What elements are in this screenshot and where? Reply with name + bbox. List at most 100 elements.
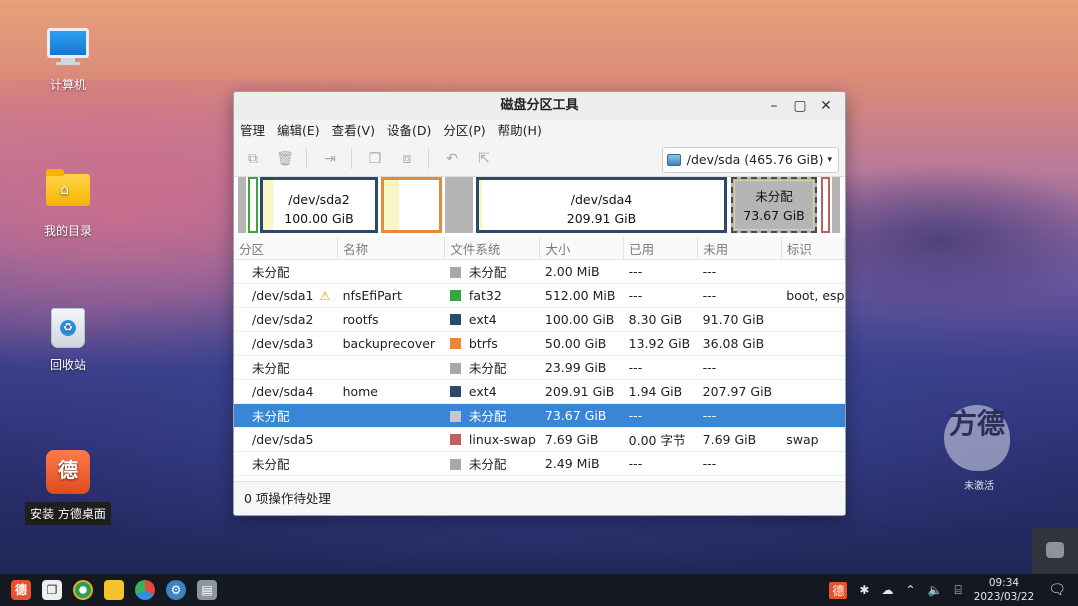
- filesystem-cell-text: fat32: [468, 288, 502, 303]
- filesystem-cell-text: 未分配: [468, 361, 507, 376]
- bluetooth-icon[interactable]: ✱: [859, 583, 869, 597]
- disk-map-sda2[interactable]: /dev/sda2 100.00 GiB: [260, 177, 378, 233]
- cloud-icon[interactable]: ☁: [881, 583, 893, 597]
- partition-cell-text: 未分配: [252, 457, 290, 472]
- column-used[interactable]: 已用: [623, 237, 699, 260]
- menu-help[interactable]: 帮助(H): [492, 120, 548, 142]
- used-cell-text: 13.92 GiB: [628, 336, 691, 351]
- copy-icon[interactable]: ❐: [364, 148, 386, 170]
- partition-row[interactable]: 未分配 未分配 23.99 GiB --- ---: [234, 355, 845, 380]
- size-cell: 2.00 MiB: [539, 259, 624, 284]
- partition-row[interactable]: 未分配 未分配 2.00 MiB --- ---: [234, 259, 845, 284]
- menu-view[interactable]: 查看(V): [326, 120, 381, 142]
- column-partition[interactable]: 分区: [234, 237, 339, 260]
- notification-panel-button[interactable]: [1032, 528, 1078, 574]
- disk-map-sda4[interactable]: /dev/sda4 209.91 GiB: [476, 177, 727, 233]
- multitask-icon[interactable]: ❐: [42, 580, 62, 600]
- clock-time: 09:34: [988, 577, 1020, 589]
- partition-row[interactable]: 未分配 未分配 73.67 GiB --- ---: [234, 403, 845, 428]
- resize-move-icon[interactable]: ⇥: [319, 148, 341, 170]
- partition-cell-text: 未分配: [252, 409, 290, 424]
- disk-map-unallocated[interactable]: [445, 177, 473, 233]
- size-cell: 50.00 GiB: [539, 331, 624, 356]
- disk-tool-icon[interactable]: ▤: [197, 580, 217, 600]
- disk-map-unallocated-selected[interactable]: 未分配 73.67 GiB: [731, 177, 817, 233]
- maximize-button[interactable]: ▢: [787, 92, 813, 120]
- partition-row[interactable]: /dev/sda2 rootfs ext4 100.00 GiB 8.30 GiB 91.…: [234, 307, 845, 332]
- close-button[interactable]: ✕: [813, 92, 839, 120]
- menu-edit[interactable]: 编辑(E): [271, 120, 326, 142]
- file-manager-icon[interactable]: [104, 580, 124, 600]
- menu-partition[interactable]: 分区(P): [437, 120, 491, 142]
- desktop-icon-computer[interactable]: 计算机: [23, 24, 113, 93]
- filesystem-color-swatch: [449, 290, 461, 301]
- window-titlebar[interactable]: 磁盘分区工具 – ▢ ✕: [234, 92, 845, 120]
- unused-cell-text: 36.08 GiB: [702, 336, 765, 351]
- app-store-icon[interactable]: [135, 580, 155, 600]
- size-cell: 2.49 MiB: [539, 451, 624, 476]
- desktop-icon-home[interactable]: ⌂ 我的目录: [23, 166, 113, 239]
- column-flags[interactable]: 标识: [781, 237, 845, 260]
- delete-icon[interactable]: 🗑: [274, 148, 296, 170]
- unused-cell: ---: [697, 403, 782, 428]
- desktop-icon-installer[interactable]: 德 安装 方德桌面: [23, 450, 113, 525]
- partition-cell-text: 未分配: [252, 265, 290, 280]
- filesystem-cell-text: 未分配: [468, 265, 507, 280]
- partition-row[interactable]: /dev/sda1 ⚠ nfsEfiPart fat32 512.00 MiB --- --…: [234, 283, 845, 308]
- settings-icon[interactable]: ⚙: [166, 580, 186, 600]
- partition-row[interactable]: 未分配 未分配 2.49 MiB --- ---: [234, 451, 845, 476]
- browser-icon[interactable]: [73, 580, 93, 600]
- disk-map-sda5[interactable]: [821, 177, 830, 233]
- name-cell-text: rootfs: [342, 312, 379, 327]
- start-menu-icon[interactable]: 德: [11, 580, 31, 600]
- ime-icon[interactable]: 德: [829, 581, 848, 599]
- name-cell-text: home: [342, 384, 378, 399]
- paste-icon[interactable]: ⧈: [396, 148, 418, 170]
- apply-icon[interactable]: ⇱: [473, 148, 495, 170]
- partition-cell: 未分配: [234, 355, 338, 380]
- computer-icon: [46, 28, 90, 72]
- device-selector[interactable]: /dev/sda (465.76 GiB) ▾: [661, 147, 839, 173]
- partition-row[interactable]: /dev/sda4 home ext4 209.91 GiB 1.94 GiB 207.9…: [234, 379, 845, 404]
- undo-icon[interactable]: ↶: [441, 148, 463, 170]
- network-icon[interactable]: ⌸: [954, 583, 961, 598]
- toolbar-separator: [428, 149, 429, 169]
- unused-cell-text: 7.69 GiB: [702, 432, 757, 447]
- size-cell: 73.67 GiB: [539, 403, 624, 428]
- used-cell: ---: [623, 451, 698, 476]
- name-cell: [337, 427, 445, 452]
- name-cell: home: [337, 379, 445, 404]
- partition-cell: /dev/sda2: [234, 307, 338, 332]
- clock-date: 2023/03/22: [973, 591, 1035, 603]
- filesystem-color-swatch: [449, 411, 461, 422]
- partition-row[interactable]: /dev/sda5 linux-swap 7.69 GiB 0.00 字节 7.69 G…: [234, 427, 845, 452]
- clock[interactable]: 09:34 2023/03/22: [974, 576, 1035, 604]
- partition-row[interactable]: /dev/sda3 backuprecover btrfs 50.00 GiB 13.9…: [234, 331, 845, 356]
- disk-map-unallocated[interactable]: [238, 177, 246, 233]
- desktop-icon-trash[interactable]: ♻ 回收站: [23, 306, 113, 373]
- column-filesystem[interactable]: 文件系统: [444, 237, 541, 260]
- unused-cell-text: 91.70 GiB: [702, 312, 765, 327]
- notification-icon[interactable]: 🗨: [1048, 582, 1066, 598]
- disk-map-sda1[interactable]: [248, 177, 258, 233]
- used-cell-text: ---: [628, 288, 643, 303]
- disk-map-unallocated[interactable]: [832, 177, 840, 233]
- column-name[interactable]: 名称: [337, 237, 446, 260]
- disk-map-sda3[interactable]: [381, 177, 442, 233]
- unused-cell-text: ---: [702, 408, 717, 423]
- minimize-button[interactable]: –: [761, 92, 787, 120]
- menu-device[interactable]: 设备(D): [381, 120, 437, 142]
- toolbar-separator: [351, 149, 352, 169]
- size-cell: 512.00 MiB: [539, 283, 624, 308]
- partition-table: 分区 名称 文件系统 大小 已用 未用 标识 未分配 未分配 2.00 MiB ---…: [234, 237, 845, 476]
- size-cell: 209.91 GiB: [539, 379, 624, 404]
- chevron-up-icon[interactable]: ⌃: [905, 583, 915, 597]
- flags-cell: boot, esp: [781, 283, 845, 308]
- partition-cell-text: /dev/sda1: [252, 288, 314, 303]
- column-size[interactable]: 大小: [539, 237, 625, 260]
- column-unused[interactable]: 未用: [697, 237, 782, 260]
- new-partition-icon[interactable]: ⧉: [242, 148, 264, 170]
- menu-manage[interactable]: 管理: [234, 120, 271, 142]
- volume-icon[interactable]: 🔈: [928, 583, 943, 597]
- used-cell: 8.30 GiB: [623, 307, 698, 332]
